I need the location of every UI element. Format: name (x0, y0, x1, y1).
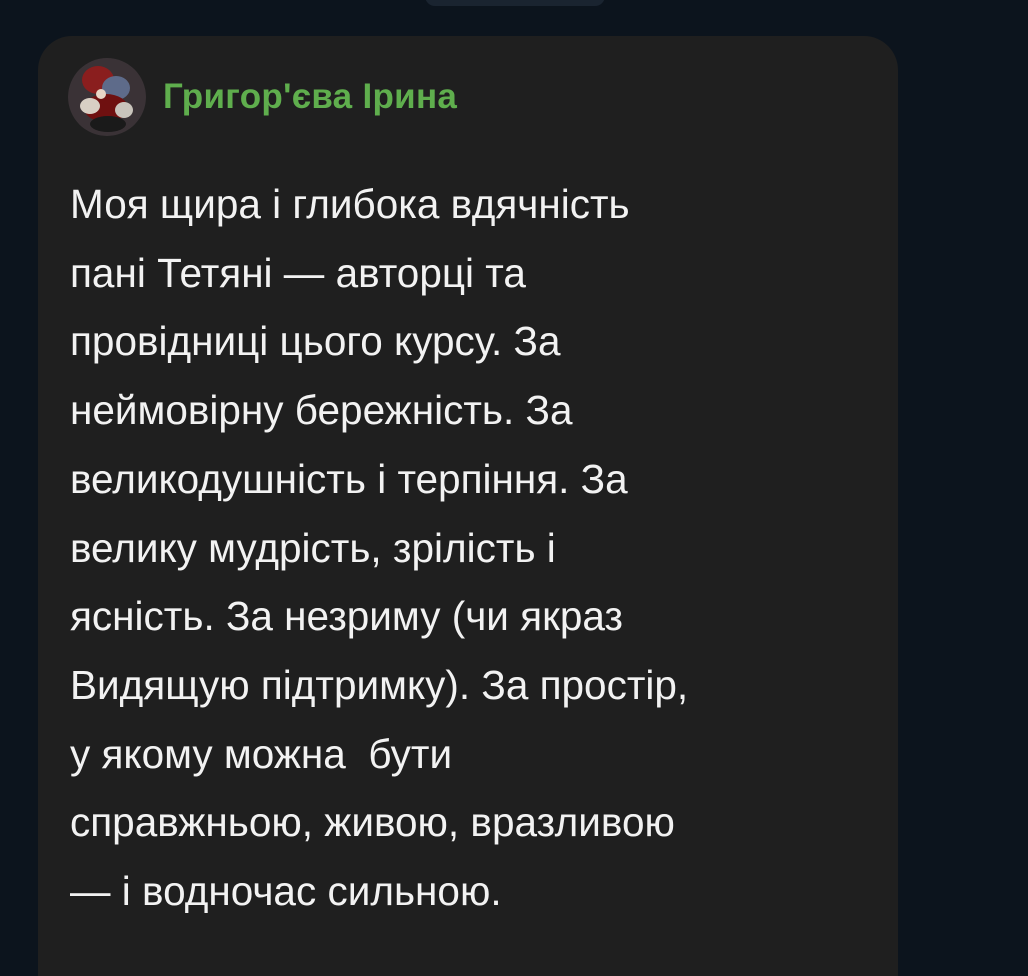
avatar[interactable] (68, 58, 146, 136)
top-pill (425, 0, 605, 6)
message-line: провідниці цього курсу. За (70, 318, 561, 365)
message-line: Видящую підтримку). За простір, (70, 661, 689, 708)
message-line: пані Тетяні — авторці та (70, 249, 526, 296)
sender-name[interactable]: Григор'єва Ірина (163, 77, 457, 117)
message-line: справжньою, живою, вразливою (70, 799, 675, 846)
message-line: Моя щира і глибока вдячність (70, 181, 630, 227)
sender-row: Григор'єва Ірина (68, 58, 457, 136)
avatar-image (68, 58, 146, 136)
message-line: ясність. За незриму (чи якраз (70, 593, 623, 640)
message-text: Моя щира і глибока вдячність пані Тетяні… (70, 170, 870, 926)
message-line: неймовірну бережність. За (70, 387, 573, 434)
message-line: велику мудрість, зрілість і (70, 524, 556, 571)
message-line: у якому можна бути (70, 730, 453, 777)
message-bubble[interactable]: Григор'єва Ірина Моя щира і глибока вдяч… (38, 36, 898, 976)
message-line: — і водночас сильною. (70, 868, 502, 915)
message-line: великодушність і терпіння. За (70, 455, 628, 502)
